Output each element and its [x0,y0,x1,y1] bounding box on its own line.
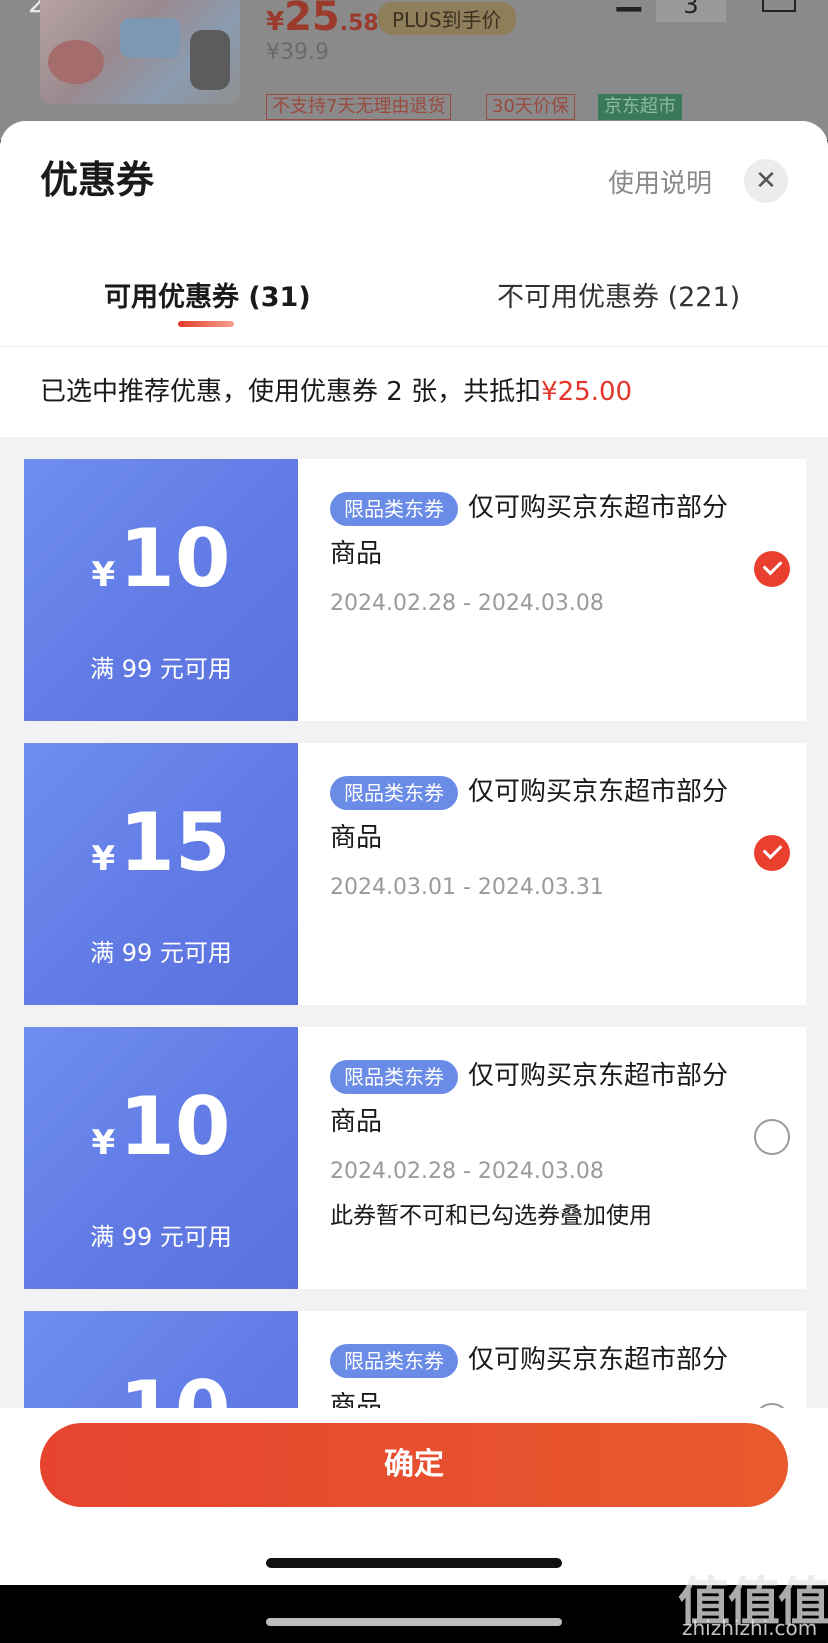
selection-summary: 已选中推荐优惠，使用优惠券 2 张，共抵扣¥25.00 [0,347,828,437]
coupon-amount: ¥15 [91,796,231,889]
quantity-input[interactable]: 3 [656,0,726,22]
product-price: ¥25.58 [266,0,379,40]
coupon-detail: 限品类东券 仅可购买京东超市部分商品 2024.02.28 - 2024.03.0… [298,459,806,721]
coupon-validity: 2024.02.28 - 2024.03.08 [330,591,604,616]
home-indicator [266,1618,562,1626]
coupon-type-badge: 限品类东券 [330,491,458,526]
coupon-stack-note: 此券暂不可和已勾选券叠加使用 [330,1203,652,1229]
coupon-amount: ¥10 [91,1080,231,1173]
coupon-value-panel: ¥10 满 99 元可用 [18,1027,298,1289]
coupon-condition: 满 99 元可用 [90,1223,232,1251]
sheet-header: 优惠券 使用说明 ✕ 可用优惠券 (31) 不可用优惠券 (221) [0,121,828,347]
tab-unavailable-coupons[interactable]: 不可用优惠券 (221) [497,275,740,314]
product-tag: 京东超市 [598,94,682,120]
coupon-amount: ¥10 [91,512,231,605]
summary-text: 已选中推荐优惠，使用优惠券 2 张，共抵扣 [40,377,542,407]
plus-price-badge: PLUS到手价 [378,2,516,35]
coupon-sheet: 优惠券 使用说明 ✕ 可用优惠券 (31) 不可用优惠券 (221) 已选中推荐… [0,121,828,1585]
quantity-plus-button[interactable] [762,0,796,12]
product-tag: 30天价保 [486,94,575,120]
discount-amount: ¥25.00 [541,377,633,407]
coupon-detail: 限品类东券 仅可购买京东超市部分商品 2024.03.01 - 2024.03.3… [298,743,806,1005]
background-product-page: 2/2 ¥25.58 PLUS到手价 ¥39.9 不支持7天无理由退货 30天价… [0,0,828,140]
confirm-button[interactable]: 确定 [40,1423,788,1507]
checkbox-unchecked-icon[interactable] [754,1119,790,1155]
coupon-validity: 2024.03.01 - 2024.03.31 [330,875,604,900]
product-thumbnail [40,0,240,104]
coupon-description: 限品类东券 仅可购买京东超市部分商品 [330,1059,729,1137]
coupon-description: 限品类东券 仅可购买京东超市部分商品 [330,491,729,569]
active-tab-indicator [178,321,234,327]
sheet-title: 优惠券 [40,158,155,202]
coupon-description: 限品类东券 仅可购买京东超市部分商品 [330,775,729,853]
home-indicator [266,1558,562,1568]
coupon-condition: 满 99 元可用 [90,939,232,967]
coupon-detail: 限品类东券 仅可购买京东超市部分商品 2024.02.28 - 2024.03.0… [298,1027,806,1289]
coupon-condition: 满 99 元可用 [90,655,232,683]
coupon-card[interactable]: ¥10 满 99 元可用 限品类东券 仅可购买京东超市部分商品 2024.02.2… [18,1027,806,1289]
product-tag: 不支持7天无理由退货 [266,94,452,120]
coupon-card[interactable]: ¥15 满 99 元可用 限品类东券 仅可购买京东超市部分商品 2024.03.0… [18,743,806,1005]
usage-instructions-link[interactable]: 使用说明 [608,163,712,200]
original-price: ¥39.9 [266,40,329,65]
checkbox-checked-icon[interactable] [754,551,790,587]
checkbox-checked-icon[interactable] [754,835,790,871]
close-icon[interactable]: ✕ [744,159,788,203]
coupon-value-panel: ¥10 满 99 元可用 [18,459,298,721]
coupon-type-badge: 限品类东券 [330,775,458,810]
coupon-value-panel: ¥15 满 99 元可用 [18,743,298,1005]
sheet-footer: 确定 [0,1408,828,1585]
coupon-type-badge: 限品类东券 [330,1059,458,1094]
coupon-list: ¥10 满 99 元可用 限品类东券 仅可购买京东超市部分商品 2024.02.2… [0,437,828,1573]
coupon-type-badge: 限品类东券 [330,1343,458,1378]
quantity-minus-button[interactable]: − [612,0,646,32]
coupon-card[interactable]: ¥10 满 99 元可用 限品类东券 仅可购买京东超市部分商品 2024.02.2… [18,459,806,721]
coupon-validity: 2024.02.28 - 2024.03.08 [330,1159,604,1184]
tab-available-coupons[interactable]: 可用优惠券 (31) [104,275,311,314]
watermark-url: zhizhizhi.com [682,1616,818,1640]
